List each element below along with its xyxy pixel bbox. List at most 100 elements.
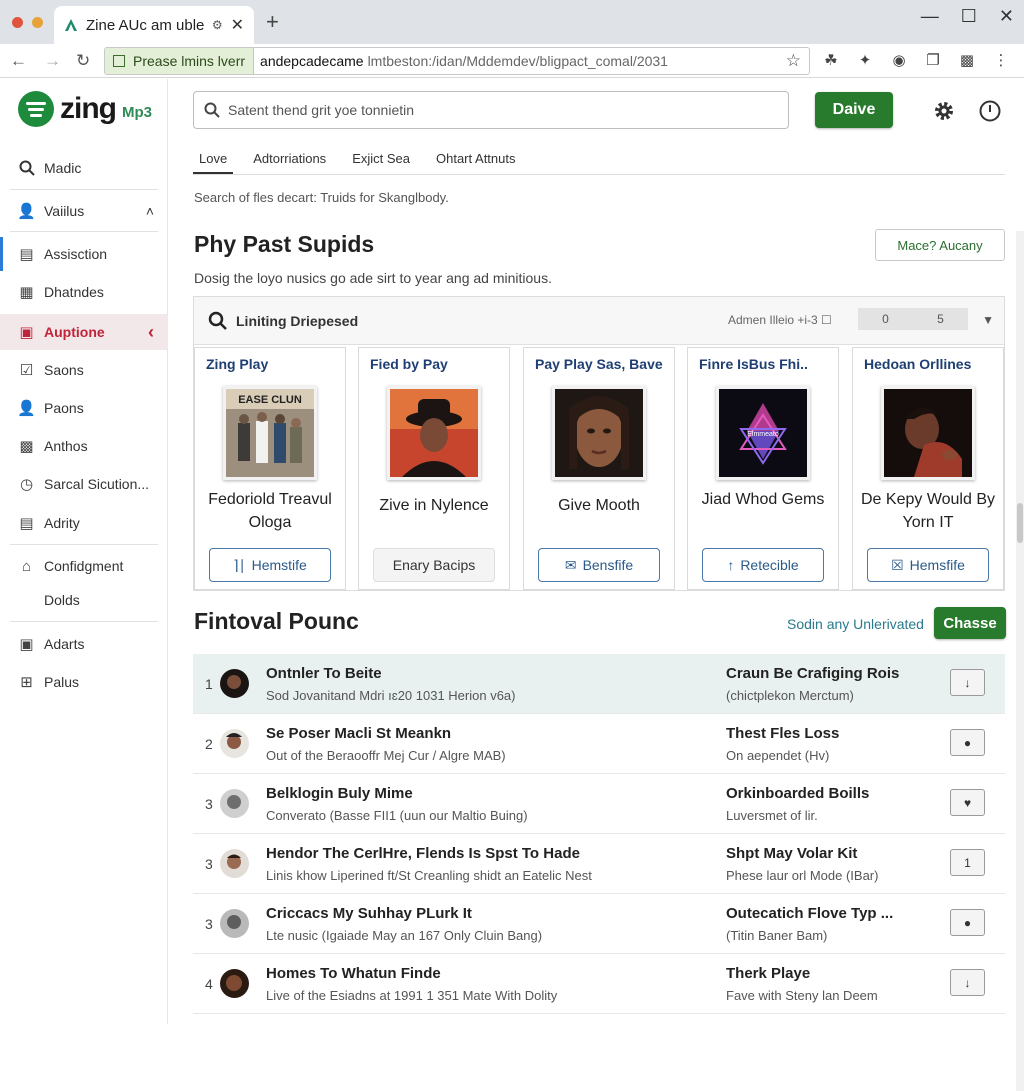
main-content: Satent thend grit yoe tonnietin Daive Lo… [169,79,1024,1091]
table-row[interactable]: 3 Criccacs My Suhhay PLurk It Lte nusic … [193,894,1005,954]
card-button[interactable]: ☒ Hemsfife [867,548,989,582]
track-artist[interactable]: Outecatich Flove Typ ... [726,905,893,922]
sidebar-item-anthos[interactable]: ▩ Anthos [0,429,168,463]
sidebar-item-paons[interactable]: 👤 Paons [0,391,168,425]
track-title[interactable]: Homes To Whatun Finde [266,965,441,982]
album-cover-image[interactable] [881,386,975,480]
sidebar-item-assisction[interactable]: ▤ Assisction [0,237,168,271]
tab-adtorriations[interactable]: Adtorriations [247,147,332,174]
apple-icon[interactable]: ● [950,729,985,756]
album-card[interactable]: Pay Play Sas, Bave Give Mooth ✉ Bensfife [523,347,675,590]
search-input[interactable]: Satent thend grit yoe tonnietin [193,91,789,129]
sidebar-item-label: Anthos [44,438,88,454]
track-title[interactable]: Hendor The CerlHre, Flends Is Spst To Ha… [266,845,580,862]
section-action-button[interactable]: Mace? Aucany [875,229,1005,261]
tab-exjict-sea[interactable]: Exjict Sea [346,147,416,174]
track-artist[interactable]: Craun Be Crafiging Rois [726,665,899,682]
reload-icon[interactable]: ↻ [76,51,90,71]
apple-icon[interactable]: ● [950,909,985,936]
sidebar-item-madic[interactable]: Madic [0,151,168,185]
queue-icon[interactable]: 1 [950,849,985,876]
copy-icon[interactable]: ❐ [924,52,942,70]
track-artist[interactable]: Orkinboarded Boills [726,785,869,802]
sidebar-item-saons[interactable]: ☑ Saons [0,353,168,387]
card-button[interactable]: ⌉∣ Hemstife [209,548,331,582]
table-row[interactable]: 3 Belklogin Buly Mime Converato (Basse F… [193,774,1005,834]
sidebar-item-adrity[interactable]: ▤ Adrity [0,506,168,540]
track-artist[interactable]: Thest Fles Loss [726,725,839,742]
close-window-dot[interactable] [12,17,23,28]
track-list: 1 Ontnler To Beite Sod Jovanitand Mdri ı… [193,654,1005,1014]
tab-audio-icon[interactable]: ⚙ [212,18,223,32]
primary-button[interactable]: Daive [815,92,893,128]
brand-logo[interactable]: zing Mp3 [18,91,152,127]
minimize-icon[interactable]: — [921,6,939,27]
sidebar-item-palus[interactable]: ⊞ Palus [0,665,168,699]
sidebar-item-label: Dolds [44,592,80,608]
sidebar-item-auptione[interactable]: ▣ Auptione ‹ [0,314,168,350]
album-cover-image[interactable]: Elmmeato [716,386,810,480]
new-tab-button[interactable]: + [266,11,279,33]
album-card[interactable]: Finre IsBus Fhi.. Elmmeato Jiad Whod Gem… [687,347,839,590]
table-row[interactable]: 2 Se Poser Macli St Meankn Out of the Be… [193,714,1005,774]
chevron-up-icon[interactable]: ˄ [146,203,154,219]
back-icon[interactable]: ← [10,51,27,71]
sidebar-item-confidgment[interactable]: ⌂ Confidgment [0,549,168,583]
power-icon[interactable] [978,99,1002,123]
album-card[interactable]: Zing Play EASE CLUN Fedoriold Treavul Ol… [194,347,346,590]
grid-icon[interactable]: ✦ [856,52,874,70]
track-artist[interactable]: Shpt May Volar Kit [726,845,857,862]
menu-icon[interactable]: ⋮ [992,52,1010,70]
album-cover-image[interactable] [387,386,481,480]
site-info-chip[interactable]: Prease lmins lverr [105,48,255,74]
tab-love[interactable]: Love [193,147,234,174]
save-icon[interactable]: ▩ [958,52,976,70]
puzzle-icon[interactable]: ☘ [822,52,840,70]
download-icon[interactable]: ↓ [950,969,985,996]
table-row[interactable]: 3 Hendor The CerlHre, Flends Is Spst To … [193,834,1005,894]
home-icon: ⌂ [21,557,32,575]
minimize-window-dot[interactable] [32,17,43,28]
sidebar-item-sarcal-sicution[interactable]: ◷ Sarcal Sicution... [0,467,168,501]
scrollbar-thumb[interactable] [1017,503,1023,543]
tab-close-icon[interactable]: ✕ [231,15,244,35]
forward-icon[interactable]: → [44,51,61,71]
table-row[interactable]: 1 Ontnler To Beite Sod Jovanitand Mdri ı… [193,654,1005,714]
sidebar-item-dolds[interactable]: Dolds [0,583,168,617]
maximize-icon[interactable]: ☐ [961,6,977,27]
track-title[interactable]: Se Poser Macli St Meankn [266,725,451,742]
card-button[interactable]: ↑ Retecible [702,548,824,582]
album-cover-image[interactable]: EASE CLUN [223,386,317,480]
card-button[interactable]: Enary Bacips [373,548,495,582]
album-cover-image[interactable] [552,386,646,480]
section-title: Phy Past Supids [194,231,375,257]
track-artist[interactable]: Therk Playe [726,965,810,982]
track-title[interactable]: Criccacs My Suhhay PLurk It [266,905,472,922]
bookmark-star-icon[interactable]: ☆ [786,51,801,71]
track-title[interactable]: Ontnler To Beite [266,665,382,682]
track-title[interactable]: Belklogin Buly Mime [266,785,413,802]
range-field[interactable]: 0 5 [858,308,968,330]
vertical-scrollbar[interactable] [1016,231,1024,1091]
album-card[interactable]: Hedoan Orllines De Kepy Would By Yorn IT… [852,347,1004,590]
table-row[interactable]: 4 Homes To Whatun Finde Live of the Esia… [193,954,1005,1014]
url-field[interactable]: Prease lmins lverr andepcadecame lmtbest… [104,47,810,75]
gear-icon[interactable] [932,99,956,123]
chasse-button[interactable]: Chasse [934,607,1006,639]
heart-icon[interactable]: ♥ [950,789,985,816]
close-icon[interactable]: ✕ [999,6,1014,27]
chevron-left-icon[interactable]: ‹ [148,322,154,343]
sidebar-item-dhatndes[interactable]: ▦ Dhatndes [0,275,168,309]
search-icon[interactable] [208,311,228,331]
shield-icon[interactable]: ◉ [890,52,908,70]
sidebar-item-adarts[interactable]: ▣ Adarts [0,627,168,661]
card-button[interactable]: ✉ Bensfife [538,548,660,582]
track-number: 3 [205,856,213,872]
album-card[interactable]: Fied by Pay Zive in Nylence Enary Bacips [358,347,510,590]
download-icon[interactable]: ↓ [950,669,985,696]
tab-ohtart-attnuts[interactable]: Ohtart Attnuts [430,147,522,174]
dropdown-caret-icon[interactable]: ▼ [982,313,994,327]
section-link[interactable]: Sodin any Unlerivated [787,616,924,632]
sidebar-item-vaiilus[interactable]: 👤 Vaiilus ˄ [0,194,168,228]
browser-tab[interactable]: Zine AUc am uble ⚙ ✕ [54,6,254,44]
